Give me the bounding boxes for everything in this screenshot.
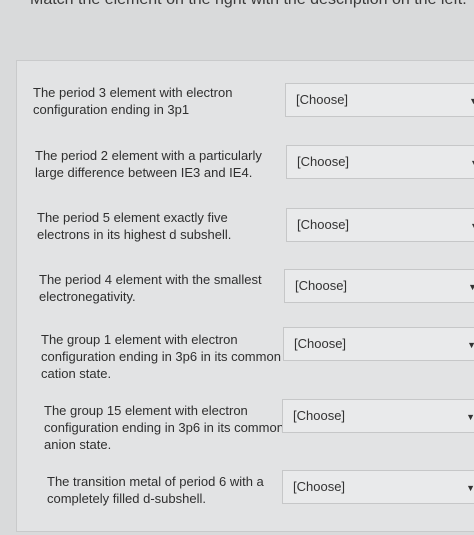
answer-select-7[interactable]: [Choose] ▼ [282,470,474,504]
caret-down-icon: ▼ [466,483,474,493]
caret-down-icon: ▼ [468,282,474,292]
question-2: The period 2 element with a particularly… [35,148,262,180]
answer-select-1-value: [Choose] [296,92,349,107]
question-7: The transition metal of period 6 with a … [47,474,264,506]
question-4: The period 4 element with the smallest e… [39,272,262,304]
question-5: The group 1 element with electron config… [41,332,281,381]
question-3: The period 5 element exactly five electr… [37,210,232,242]
answer-select-4-value: [Choose] [295,278,348,293]
answer-select-4[interactable]: [Choose] ▼ [284,269,474,303]
answer-select-1[interactable]: [Choose] ▼ [285,83,474,117]
caret-down-icon: ▼ [470,158,474,168]
question-1: The period 3 element with electron confi… [33,85,233,117]
answer-select-3[interactable]: [Choose] ▼ [286,208,474,242]
answer-select-3-value: [Choose] [297,217,350,232]
answer-select-5[interactable]: [Choose] ▼ [283,327,474,361]
question-6: The group 15 element with electron confi… [44,403,284,452]
caret-down-icon: ▼ [467,340,474,350]
answer-select-2-value: [Choose] [297,154,350,169]
answer-select-6-value: [Choose] [293,408,346,423]
caret-down-icon: ▼ [470,221,474,231]
answer-select-5-value: [Choose] [294,336,347,351]
answer-select-2[interactable]: [Choose] ▼ [286,145,474,179]
caret-down-icon: ▼ [466,412,474,422]
caret-down-icon: ▼ [469,96,474,106]
instructions-text: Match the element on the right with the … [30,0,467,9]
answer-select-7-value: [Choose] [293,479,346,494]
answer-select-6[interactable]: [Choose] ▼ [282,399,474,433]
